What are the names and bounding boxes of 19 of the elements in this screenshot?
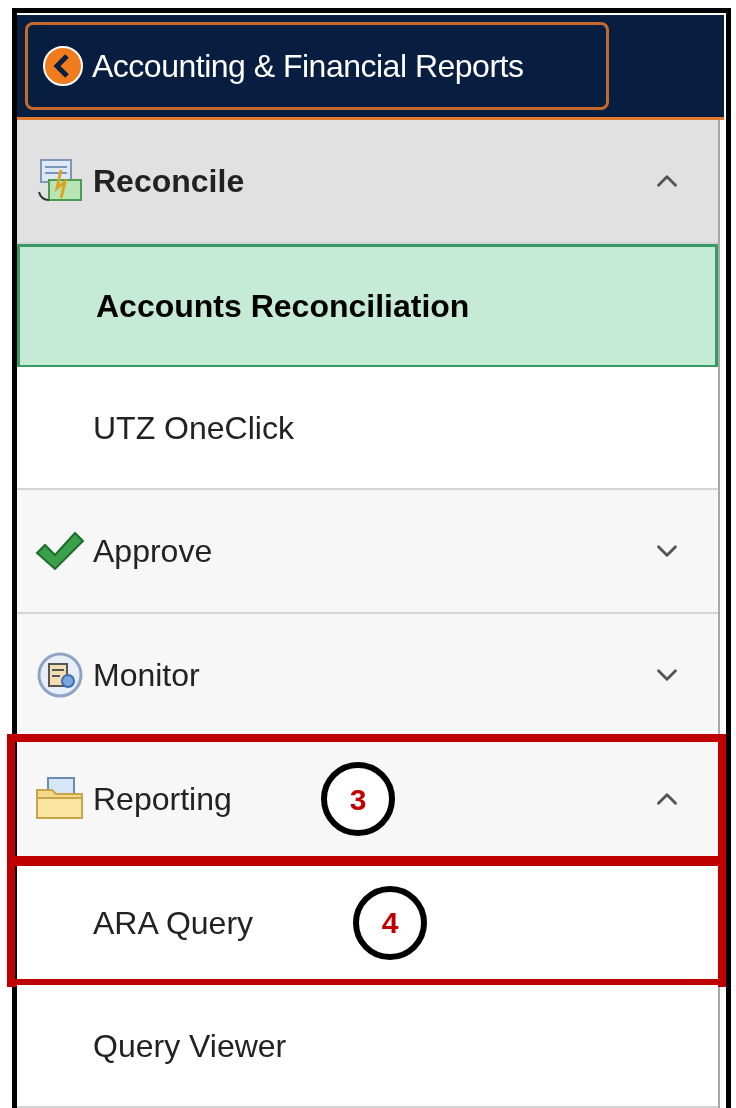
group-label: Reconcile bbox=[93, 162, 245, 201]
group-label: Monitor bbox=[93, 656, 200, 695]
document-gear-icon bbox=[36, 651, 84, 699]
menu-item[interactable]: Accounts Reconciliation bbox=[17, 244, 718, 367]
group-label: Reporting bbox=[93, 780, 232, 819]
callout-badge: 4 bbox=[353, 885, 427, 960]
menu-item-label: UTZ OneClick bbox=[93, 408, 294, 448]
group-header[interactable]: Approve bbox=[17, 490, 718, 614]
back-icon bbox=[42, 45, 84, 87]
menu-item-label: Accounts Reconciliation bbox=[96, 287, 470, 326]
menu-item-label: Query Viewer bbox=[93, 1026, 287, 1066]
callout-badge: 3 bbox=[321, 762, 395, 836]
group-header[interactable]: Reconcile bbox=[17, 120, 718, 244]
checkmark-icon bbox=[35, 531, 85, 571]
menu-item-label: ARA Query bbox=[93, 903, 254, 943]
back-button[interactable]: Accounting & Financial Reports bbox=[25, 22, 609, 110]
menu-item[interactable]: Query Viewer bbox=[17, 985, 718, 1108]
ledger-icon bbox=[35, 158, 85, 204]
group-label: Approve bbox=[93, 532, 213, 571]
